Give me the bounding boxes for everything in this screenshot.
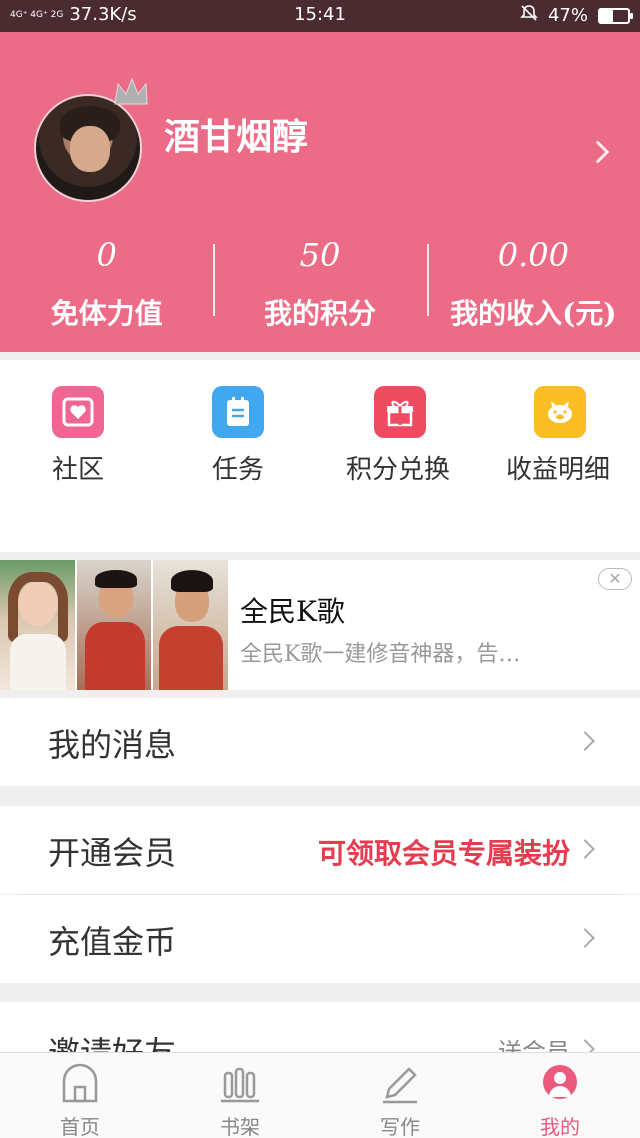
row-label: 我的消息 <box>48 726 177 764</box>
grid-item-earnings[interactable]: 收益明细 <box>506 386 640 490</box>
ad-close-button[interactable]: ✕ <box>598 568 632 590</box>
bottom-nav: 首页 书架 写作 我的 <box>0 1052 640 1138</box>
stat-stamina[interactable]: 0 免体力值 <box>0 228 213 338</box>
grid-item-task[interactable]: 任务 <box>212 386 352 490</box>
grid-label: 积分兑换 <box>346 455 451 485</box>
battery-percent: 47% <box>547 5 588 26</box>
home-icon <box>59 1063 101 1105</box>
chevron-right-icon <box>575 731 595 751</box>
ad-image <box>0 560 75 690</box>
stat-income[interactable]: 0.00 我的收入(元) <box>426 228 640 338</box>
ad-image <box>76 560 152 690</box>
stat-points[interactable]: 50 我的积分 <box>213 228 426 338</box>
nav-label: 书架 <box>220 1115 260 1138</box>
stat-label: 我的收入(元) <box>450 297 617 330</box>
stat-label: 我的积分 <box>263 297 376 330</box>
stats-bar: 0 免体力值 50 我的积分 0.00 我的收入(元) <box>0 228 640 338</box>
bell-off-icon <box>520 4 538 27</box>
stat-value: 0 <box>96 236 117 274</box>
crown-icon <box>114 77 148 105</box>
username: 酒甘烟醇 <box>164 116 309 158</box>
chevron-right-icon[interactable] <box>586 140 610 164</box>
avatar[interactable] <box>34 94 142 202</box>
pen-icon <box>379 1063 421 1105</box>
grid-label: 收益明细 <box>506 455 611 485</box>
grid-label: 社区 <box>52 455 105 485</box>
task-icon <box>212 386 264 438</box>
feature-grid: 社区 任务 积分兑换 收益明细 <box>0 360 640 552</box>
row-label: 充值金币 <box>48 923 177 961</box>
profile-icon <box>539 1063 581 1105</box>
row-my-messages[interactable]: 我的消息 <box>0 698 640 786</box>
profile-header[interactable]: 酒甘烟醇 0 免体力值 50 我的积分 0.00 我的收入(元) <box>0 32 640 352</box>
grid-item-community[interactable]: 社区 <box>52 386 192 490</box>
grid-item-points-exchange[interactable]: 积分兑换 <box>346 386 486 490</box>
nav-label: 首页 <box>60 1115 100 1138</box>
piggy-icon <box>534 386 586 438</box>
stat-label: 免体力值 <box>50 297 163 330</box>
nav-bookshelf[interactable]: 书架 <box>160 1053 320 1138</box>
row-label: 开通会员 <box>48 834 177 872</box>
grid-label: 任务 <box>212 455 265 485</box>
row-open-vip[interactable]: 开通会员 可领取会员专属装扮 <box>0 806 640 894</box>
nav-profile[interactable]: 我的 <box>480 1053 640 1138</box>
bookshelf-icon <box>219 1063 261 1105</box>
chevron-right-icon <box>575 839 595 859</box>
battery-icon <box>598 7 633 24</box>
ad-description: 全民K歌一建修音神器，告… <box>240 642 521 667</box>
stat-value: 0.00 <box>497 236 569 274</box>
nav-write[interactable]: 写作 <box>320 1053 480 1138</box>
vip-promo-text: 可领取会员专属装扮 <box>317 837 570 870</box>
ad-banner[interactable]: 全民K歌 全民K歌一建修音神器，告… ✕ <box>0 560 640 690</box>
row-recharge-coins[interactable]: 充值金币 <box>0 895 640 983</box>
nav-label: 写作 <box>380 1115 420 1138</box>
chevron-right-icon <box>575 928 595 948</box>
gift-icon <box>374 386 426 438</box>
stat-value: 50 <box>299 236 341 274</box>
ad-title: 全民K歌 <box>240 595 345 628</box>
nav-home[interactable]: 首页 <box>0 1053 160 1138</box>
nav-label: 我的 <box>540 1115 580 1138</box>
community-icon <box>52 386 104 438</box>
ad-image <box>153 560 229 690</box>
status-bar: 4G⁺ 4G⁺ 2G 37.3K/s 15:41 47% <box>0 0 640 32</box>
ad-thumbnails <box>0 560 229 690</box>
